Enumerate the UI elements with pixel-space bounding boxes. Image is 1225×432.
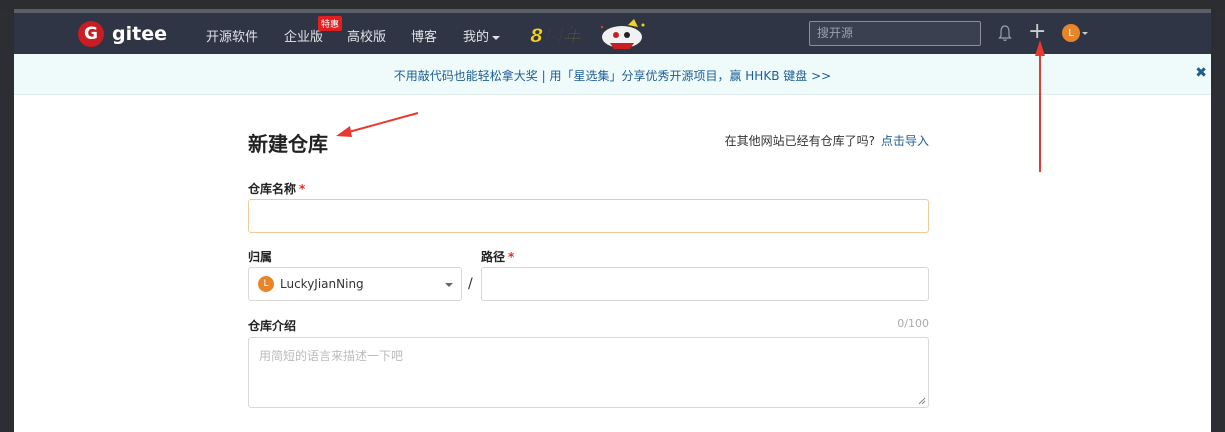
promo-banner: 不用敲代码也能轻松拿大奖 | 用「星选集」分享优秀开源项目，赢 HHKB 键盘 … (14, 54, 1211, 95)
main-content: 新建仓库 在其他网站已经有仓库了吗? 点击导入 仓库名称 * 归属 L LuckyJ… (14, 95, 1211, 432)
path-separator: / (468, 276, 473, 292)
window-top-strip (0, 0, 1225, 13)
repo-name-input[interactable] (248, 199, 929, 233)
nav-item-open-source[interactable]: 开源软件 (206, 26, 258, 45)
anniversary-banner[interactable]: 8周年 (530, 19, 648, 51)
promo-badge: 特惠 (318, 16, 343, 31)
nav-item-enterprise-label: 企业版 (284, 30, 324, 45)
promo-banner-link[interactable]: 不用敲代码也能轻松拿大奖 | 用「星选集」分享优秀开源项目，赢 HHKB 键盘 … (14, 67, 1211, 84)
repo-name-label-text: 仓库名称 (248, 182, 297, 196)
path-input[interactable] (481, 267, 929, 301)
notification-bell-icon[interactable] (998, 24, 1012, 42)
logo-text: gitee (112, 23, 167, 45)
owner-name: LuckyJianNing (280, 277, 364, 291)
nav-item-education[interactable]: 高校版 (347, 26, 386, 45)
owner-select[interactable]: L LuckyJianNing (248, 267, 462, 301)
logo-badge-icon: G (78, 21, 104, 47)
required-mark: * (508, 250, 515, 264)
chevron-down-icon (492, 35, 501, 40)
description-textarea[interactable]: 用简短的语言来描述一下吧 (248, 337, 929, 408)
path-label: 路径 * (481, 248, 514, 265)
description-placeholder: 用简短的语言来描述一下吧 (259, 349, 404, 363)
description-counter: 0/100 (897, 317, 929, 330)
nav-item-mine-label: 我的 (463, 30, 490, 45)
nav-item-mine[interactable]: 我的 (463, 26, 501, 45)
nav-item-blog[interactable]: 博客 (411, 26, 437, 45)
repo-name-label: 仓库名称 * (248, 180, 305, 197)
page-title: 新建仓库 (248, 132, 328, 156)
owner-avatar: L (258, 276, 274, 292)
create-plus-icon[interactable]: + (1028, 21, 1046, 43)
avatar-chevron-down-icon[interactable] (1082, 32, 1088, 35)
resize-handle-icon[interactable] (918, 397, 926, 405)
required-mark: * (299, 182, 306, 196)
search-input[interactable]: 搜开源 (809, 21, 981, 46)
anniversary-text: 8周年 (530, 25, 584, 47)
import-question: 在其他网站已经有仓库了吗? (724, 134, 875, 148)
top-navbar: G gitee 开源软件 企业版 特惠 高校版 博客 我的 8周年 搜开源 + … (14, 13, 1211, 54)
chevron-down-icon (445, 283, 453, 287)
gitee-logo[interactable]: G gitee (78, 21, 167, 47)
import-link[interactable]: 点击导入 (881, 134, 929, 148)
path-label-text: 路径 (481, 250, 506, 264)
import-prompt: 在其他网站已经有仓库了吗? 点击导入 (725, 132, 929, 149)
anniversary-mascot-icon: 8周年 (530, 19, 645, 49)
description-label: 仓库介绍 (248, 319, 297, 333)
nav-item-enterprise[interactable]: 企业版 特惠 (284, 16, 343, 45)
owner-label: 归属 (248, 250, 273, 264)
close-icon[interactable]: ✖ (1195, 65, 1207, 81)
user-avatar[interactable]: L (1062, 24, 1080, 42)
